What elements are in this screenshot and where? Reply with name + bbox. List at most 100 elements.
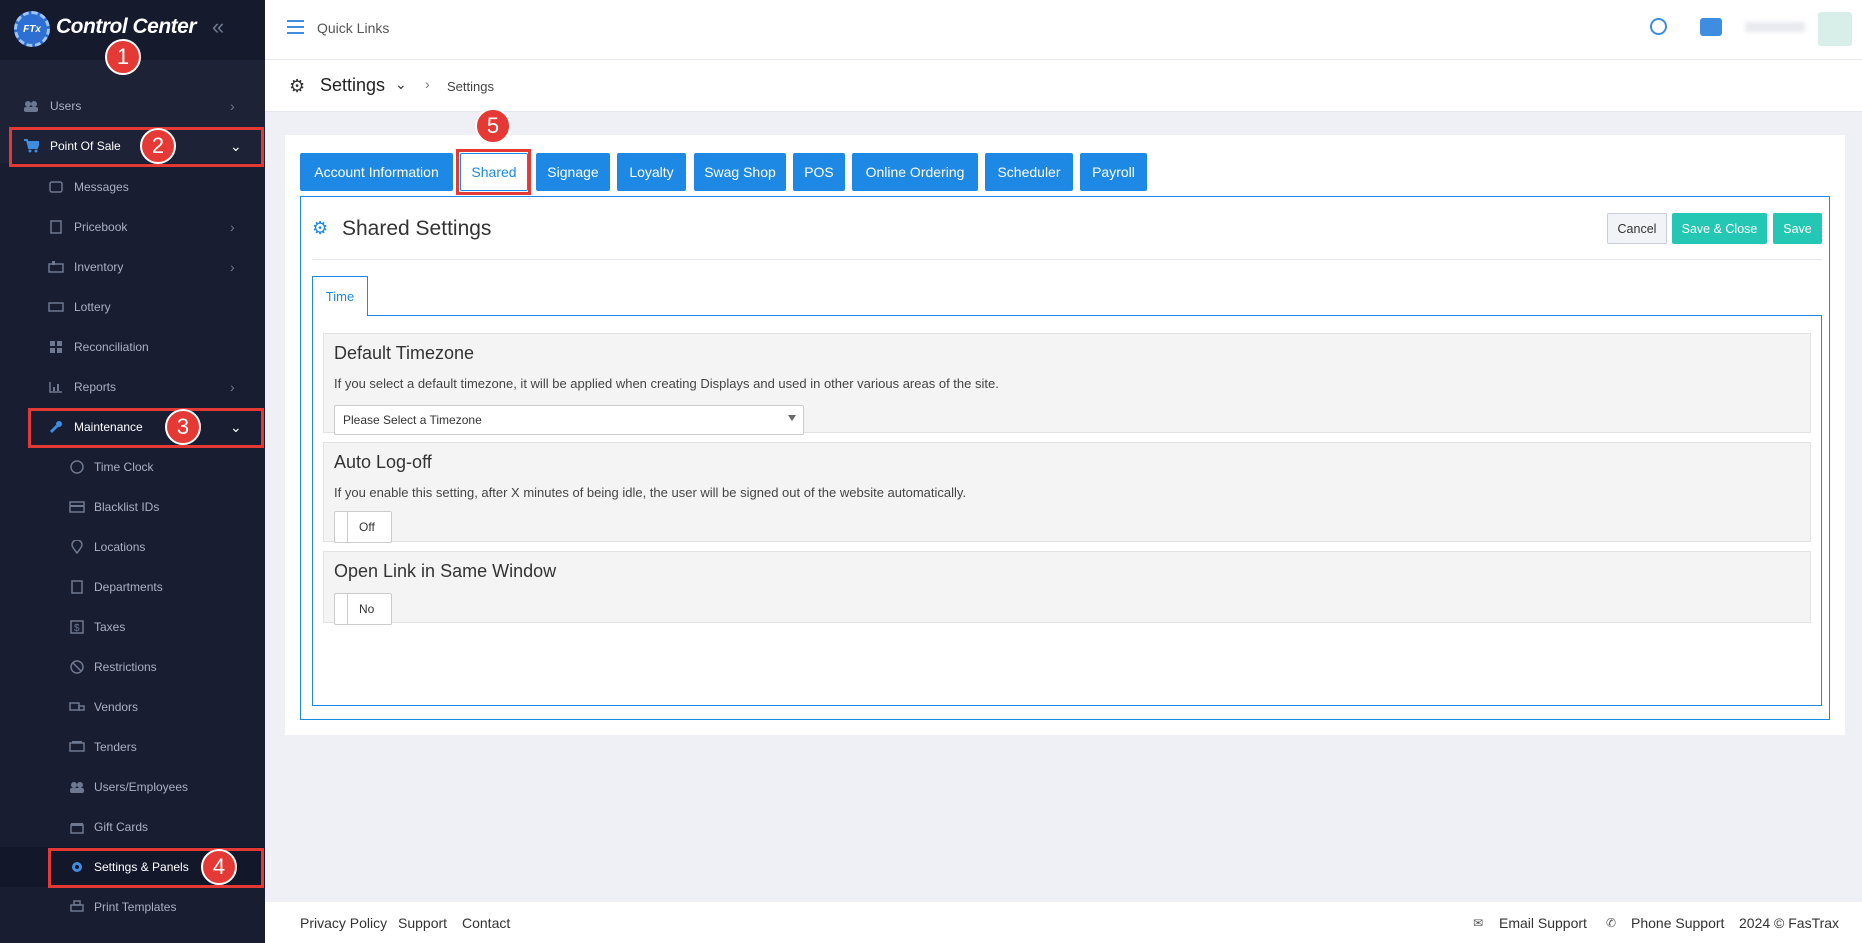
sidebar-item-label: Departments xyxy=(94,580,163,594)
topbar: Quick Links xyxy=(265,0,1862,60)
user-name-blurred[interactable] xyxy=(1745,22,1805,32)
phone-icon: ✆ xyxy=(1606,916,1617,930)
panel-title: Shared Settings xyxy=(342,217,492,240)
privacy-policy-link[interactable]: Privacy Policy xyxy=(300,915,387,931)
envelope-icon: ✉ xyxy=(1473,916,1484,930)
sidebar-item-locations[interactable]: Locations xyxy=(0,527,265,567)
toggle-label: No xyxy=(359,602,375,616)
annotation-marker-5: 5 xyxy=(475,108,511,144)
section-description: If you enable this setting, after X minu… xyxy=(334,485,967,500)
sidebar-item-vendors[interactable]: Vendors xyxy=(0,687,265,727)
gear-icon: ⚙ xyxy=(312,218,329,238)
sidebar-item-label: Taxes xyxy=(94,620,126,634)
sidebar-item-messages[interactable]: Messages xyxy=(0,167,265,207)
section-title: Auto Log-off xyxy=(334,452,432,472)
sidebar-item-tenders[interactable]: Tenders xyxy=(0,727,265,767)
ban-icon xyxy=(68,660,86,674)
card-icon xyxy=(68,500,86,514)
auto-logoff-section: Auto Log-off If you enable this setting,… xyxy=(323,442,1811,543)
grid-icon xyxy=(47,340,65,354)
tab-scheduler[interactable]: Scheduler xyxy=(985,153,1073,191)
tab-online-ordering[interactable]: Online Ordering xyxy=(852,153,978,191)
toggle-label: Off xyxy=(359,520,375,534)
highlight-box-maintenance xyxy=(28,408,264,448)
breadcrumb-separator-icon: › xyxy=(425,76,430,92)
timezone-select[interactable]: Please Select a Timezone xyxy=(334,405,804,435)
tab-pos[interactable]: POS xyxy=(793,153,845,191)
cancel-button[interactable]: Cancel xyxy=(1607,213,1667,244)
copyright: 2024 © FasTrax xyxy=(1739,915,1840,931)
time-tab-panel: Default Timezone If you select a default… xyxy=(312,315,1822,706)
auto-logoff-toggle[interactable]: Off xyxy=(334,511,392,543)
chevron-down-icon[interactable]: ⌄ xyxy=(395,76,407,93)
same-window-toggle[interactable]: No xyxy=(334,593,392,625)
toggle-knob xyxy=(335,594,348,624)
money-icon xyxy=(68,740,86,754)
collapse-sidebar-icon[interactable]: « xyxy=(212,14,224,40)
gear-icon: ⚙ xyxy=(289,76,306,96)
search-icon[interactable] xyxy=(1650,18,1667,35)
page-title[interactable]: Settings xyxy=(320,75,385,96)
sidebar-item-users-employees[interactable]: Users/Employees xyxy=(0,767,265,807)
sidebar-item-label: Lottery xyxy=(74,300,111,314)
sidebar-item-print-templates[interactable]: Print Templates xyxy=(0,887,265,927)
sidebar-item-blacklist-ids[interactable]: Blacklist IDs xyxy=(0,487,265,527)
sidebar-item-gift-cards[interactable]: Gift Cards xyxy=(0,807,265,847)
highlight-box-point-of-sale xyxy=(9,127,264,167)
sidebar-item-label: Pricebook xyxy=(74,220,128,234)
tab-loyalty[interactable]: Loyalty xyxy=(617,153,686,191)
sidebar-item-lottery[interactable]: Lottery xyxy=(0,287,265,327)
dollar-icon: $ xyxy=(68,620,86,634)
tab-signage[interactable]: Signage xyxy=(536,153,610,191)
avatar[interactable] xyxy=(1818,12,1852,46)
annotation-marker-2: 2 xyxy=(140,128,176,164)
support-link[interactable]: Support xyxy=(398,915,447,931)
email-support-link[interactable]: Email Support xyxy=(1499,915,1587,931)
quick-links[interactable]: Quick Links xyxy=(317,20,389,36)
highlight-box-shared-tab xyxy=(456,149,531,195)
svg-text:$: $ xyxy=(74,623,80,634)
annotation-marker-1: 1 xyxy=(105,39,141,75)
annotation-marker-4: 4 xyxy=(201,849,237,885)
footer: Privacy Policy Support Contact ✉ Email S… xyxy=(265,902,1862,943)
hamburger-menu-icon[interactable] xyxy=(287,20,304,34)
chat-icon[interactable] xyxy=(1700,18,1722,36)
sidebar-item-label: Print Templates xyxy=(94,900,177,914)
sidebar-item-label: Inventory xyxy=(74,260,124,274)
app-title[interactable]: Control Center xyxy=(56,15,197,39)
users-icon xyxy=(68,780,86,794)
sidebar-item-departments[interactable]: Departments xyxy=(0,567,265,607)
sidebar-item-time-clock[interactable]: Time Clock xyxy=(0,447,265,487)
tab-time[interactable]: Time xyxy=(312,276,368,316)
sidebar-item-label: Users/Employees xyxy=(94,780,189,794)
sidebar-item-restrictions[interactable]: Restrictions xyxy=(0,647,265,687)
map-pin-icon xyxy=(68,540,86,554)
sidebar-item-taxes[interactable]: $ Taxes xyxy=(0,607,265,647)
toggle-knob xyxy=(335,512,348,542)
save-button[interactable]: Save xyxy=(1773,213,1822,244)
contact-link[interactable]: Contact xyxy=(462,915,510,931)
breadcrumb[interactable]: Settings xyxy=(447,79,494,94)
tab-swag-shop[interactable]: Swag Shop xyxy=(694,153,786,191)
open-link-same-window-section: Open Link in Same Window No xyxy=(323,551,1811,625)
caret-down-icon xyxy=(788,415,796,421)
building-icon xyxy=(68,580,86,594)
sidebar-item-users[interactable]: Users › xyxy=(0,86,265,126)
sidebar-item-inventory[interactable]: Inventory › xyxy=(0,247,265,287)
sidebar-item-reconciliation[interactable]: Reconciliation xyxy=(0,327,265,367)
section-description: If you select a default timezone, it wil… xyxy=(334,376,999,391)
shared-settings-panel: ⚙ Shared Settings Cancel Save & Close Sa… xyxy=(300,196,1830,720)
sidebar-item-pricebook[interactable]: Pricebook › xyxy=(0,207,265,247)
page-header: ⚙ Settings ⌄ › Settings xyxy=(265,60,1862,112)
inventory-icon xyxy=(47,260,65,274)
printer-icon xyxy=(68,900,86,914)
phone-support-link[interactable]: Phone Support xyxy=(1631,915,1724,931)
timezone-select-value: Please Select a Timezone xyxy=(343,413,482,427)
tab-account-information[interactable]: Account Information xyxy=(300,153,453,191)
tab-payroll[interactable]: Payroll xyxy=(1080,153,1147,191)
app-logo[interactable]: FTx xyxy=(14,11,50,47)
default-timezone-section: Default Timezone If you select a default… xyxy=(323,333,1811,435)
sidebar-item-reports[interactable]: Reports › xyxy=(0,367,265,407)
save-close-button[interactable]: Save & Close xyxy=(1672,213,1767,244)
users-icon xyxy=(22,99,40,113)
